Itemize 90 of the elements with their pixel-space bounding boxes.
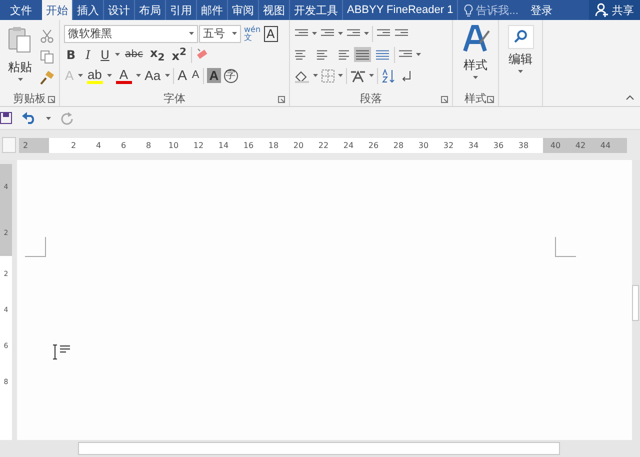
ruler-number: 38 — [517, 140, 530, 150]
dialog-launcher-icon[interactable] — [48, 96, 55, 103]
ruler-number: 14 — [217, 140, 230, 150]
dialog-launcher-icon[interactable] — [441, 96, 448, 103]
caret-icon[interactable] — [518, 70, 523, 73]
caret-icon[interactable] — [364, 32, 369, 35]
ruler-number: 20 — [292, 140, 305, 150]
highlight-button[interactable]: ab — [86, 68, 104, 84]
phonetic-guide-button[interactable]: wén 文 — [244, 26, 261, 42]
group-label: 字体 — [64, 91, 285, 106]
caret-icon[interactable] — [106, 74, 112, 77]
bold-button[interactable]: B — [64, 48, 78, 62]
ruler-number: 12 — [192, 140, 205, 150]
magnifier-icon — [508, 25, 534, 49]
ruler-number: 26 — [367, 140, 380, 150]
undo-icon[interactable] — [22, 112, 36, 124]
ruler-number: 22 — [317, 140, 330, 150]
file-tab[interactable]: 文件 — [0, 0, 42, 20]
paste-button[interactable]: 粘贴 — [4, 23, 36, 91]
ruler-number: 16 — [242, 140, 255, 150]
ribbon-tab[interactable]: 开始 — [42, 0, 73, 20]
caret-icon[interactable] — [136, 74, 141, 77]
ruler-number: 6 — [120, 140, 128, 150]
group-label: 剪贴板 — [4, 91, 55, 106]
ruler-number: 40 — [549, 140, 562, 150]
person-add-icon — [595, 3, 609, 17]
click-and-type-cursor-icon — [52, 344, 72, 360]
caret-icon[interactable] — [338, 32, 343, 35]
ruler-number: 4 — [94, 140, 102, 150]
caret-icon[interactable] — [313, 74, 318, 77]
caret-icon[interactable] — [312, 32, 317, 35]
strike-button[interactable]: abc — [123, 49, 145, 60]
borders-icon[interactable] — [321, 68, 335, 82]
sign-in-link[interactable]: 登录 — [524, 0, 558, 20]
save-icon[interactable] — [0, 112, 12, 124]
caret-icon[interactable] — [369, 74, 374, 77]
ruler-number: 44 — [599, 140, 612, 150]
collapse-ribbon-icon[interactable] — [626, 95, 634, 100]
ruler-number: 10 — [167, 140, 180, 150]
sort-icon[interactable] — [381, 68, 397, 82]
caret-icon[interactable] — [115, 53, 120, 56]
grow-font-button[interactable]: A — [176, 69, 188, 82]
shrink-font-button[interactable]: A — [190, 69, 200, 82]
margin-corner-mark — [25, 237, 46, 257]
copy-icon[interactable] — [40, 50, 54, 64]
group-label: 样式 — [457, 91, 494, 106]
styles-button[interactable]: 样式 — [458, 23, 492, 91]
change-case-button[interactable]: Aa — [144, 69, 162, 82]
ruler-number: 2 — [70, 140, 78, 150]
ruler-number: 28 — [392, 140, 405, 150]
scissors-icon[interactable] — [40, 28, 54, 43]
sup-button[interactable]: x$^{2}$ — [170, 46, 188, 62]
font-name-dropdown[interactable]: 微软雅黑 — [64, 24, 198, 42]
ruler-number: 34 — [467, 140, 480, 150]
ruler-number: 2 — [22, 140, 28, 150]
character-shading-button[interactable]: A — [207, 68, 221, 83]
caret-icon[interactable] — [338, 74, 343, 77]
dialog-launcher-icon[interactable] — [278, 96, 285, 103]
character-border-button[interactable]: A — [264, 26, 278, 42]
shading-icon[interactable] — [294, 68, 310, 82]
editing-button[interactable]: 编辑 — [503, 23, 538, 75]
italic-button[interactable]: I — [81, 48, 95, 62]
share-button[interactable]: 共享 — [589, 0, 640, 20]
margin-corner-mark — [555, 237, 576, 257]
caret-icon[interactable] — [189, 32, 194, 35]
ruler-number: 32 — [442, 140, 455, 150]
lightbulb-icon — [464, 4, 474, 16]
ruler-number: 18 — [267, 140, 280, 150]
format-painter-icon[interactable] — [40, 71, 54, 86]
group-label: 段落 — [294, 91, 448, 106]
caret-icon[interactable] — [232, 32, 237, 35]
caret-icon[interactable] — [416, 53, 421, 56]
enclose-character-button[interactable]: 字 — [224, 68, 238, 82]
caret-icon[interactable] — [78, 74, 83, 77]
ruler-number: 8 — [144, 140, 152, 150]
ruler-number: 36 — [492, 140, 505, 150]
caret-icon[interactable] — [18, 78, 22, 81]
tell-me-field[interactable]: 告诉我... — [458, 0, 524, 20]
underline-button[interactable]: U — [98, 48, 112, 62]
ruler-number: 30 — [417, 140, 430, 150]
ruler-number: 42 — [574, 140, 587, 150]
caret-icon[interactable] — [46, 116, 51, 120]
dialog-launcher-icon[interactable] — [487, 96, 494, 103]
sub-button[interactable]: x$_{2}$ — [148, 46, 167, 64]
align-justify-button[interactable] — [354, 47, 371, 62]
caret-icon[interactable] — [164, 74, 170, 77]
ruler-number: 24 — [342, 140, 355, 150]
font-size-dropdown[interactable]: 五号 — [199, 24, 241, 42]
caret-icon[interactable] — [473, 76, 478, 79]
font-color-button[interactable]: A — [114, 68, 133, 84]
